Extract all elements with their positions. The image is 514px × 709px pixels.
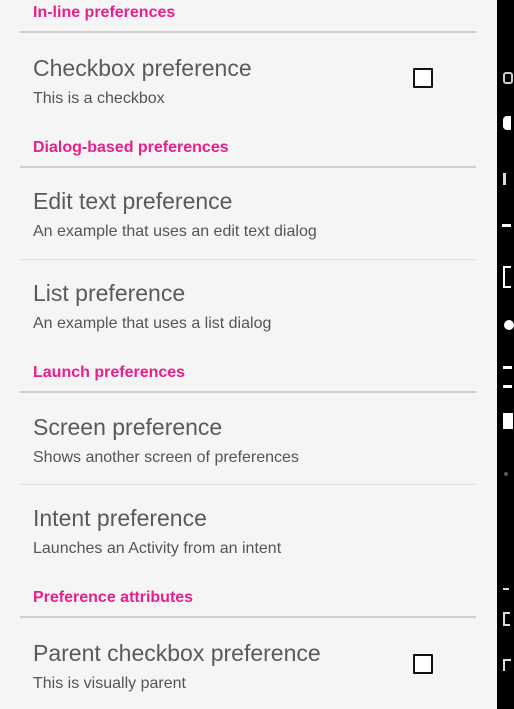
- preference-summary: An example that uses an edit text dialog: [33, 223, 317, 240]
- preference-title: List preference: [33, 280, 186, 306]
- preference-title: Parent checkbox preference: [33, 640, 321, 666]
- preference-summary: An example that uses a list dialog: [33, 315, 272, 332]
- preference-title: Checkbox preference: [33, 55, 252, 81]
- edge-glyph: [503, 413, 513, 429]
- edge-glyph: [503, 72, 513, 84]
- list-preference-row[interactable]: List preference An example that uses a l…: [0, 260, 497, 360]
- preference-title: Intent preference: [33, 505, 207, 531]
- intent-preference-row[interactable]: Intent preference Launches an Activity f…: [0, 485, 497, 584]
- edge-glyph: [503, 116, 511, 130]
- preference-summary: Launches an Activity from an intent: [33, 540, 282, 557]
- category-attributes: Preference attributes: [33, 589, 194, 606]
- edge-glyph: [503, 612, 510, 626]
- edit-text-preference-row[interactable]: Edit text preference An example that use…: [0, 168, 497, 259]
- side-edge: [497, 0, 514, 709]
- preference-summary: This is visually parent: [33, 675, 186, 692]
- edge-glyph: [503, 266, 511, 288]
- preference-summary: This is a checkbox: [33, 90, 165, 107]
- category-dialog: Dialog-based preferences: [33, 139, 229, 156]
- category-divider: [20, 31, 476, 33]
- category-inline: In-line preferences: [33, 4, 176, 21]
- edge-glyph: [503, 366, 512, 388]
- edge-glyph: [504, 472, 508, 476]
- preference-summary: Shows another screen of preferences: [33, 449, 299, 466]
- edge-glyph: [503, 588, 509, 590]
- parent-checkbox-preference-row[interactable]: Parent checkbox preference This is visua…: [0, 618, 497, 709]
- preference-title: Edit text preference: [33, 188, 233, 214]
- checkbox[interactable]: [413, 68, 433, 88]
- category-launch: Launch preferences: [33, 364, 186, 381]
- checkbox[interactable]: [413, 654, 433, 674]
- screen-preference-row[interactable]: Screen preference Shows another screen o…: [0, 393, 497, 484]
- edge-glyph: [503, 659, 511, 671]
- preferences-panel: In-line preferences Checkbox preference …: [0, 0, 497, 709]
- checkbox-preference-row[interactable]: Checkbox preference This is a checkbox: [0, 34, 497, 130]
- edge-glyph: [504, 320, 514, 330]
- edge-glyph: [503, 173, 506, 185]
- edge-glyph: [502, 224, 511, 227]
- preference-title: Screen preference: [33, 414, 223, 440]
